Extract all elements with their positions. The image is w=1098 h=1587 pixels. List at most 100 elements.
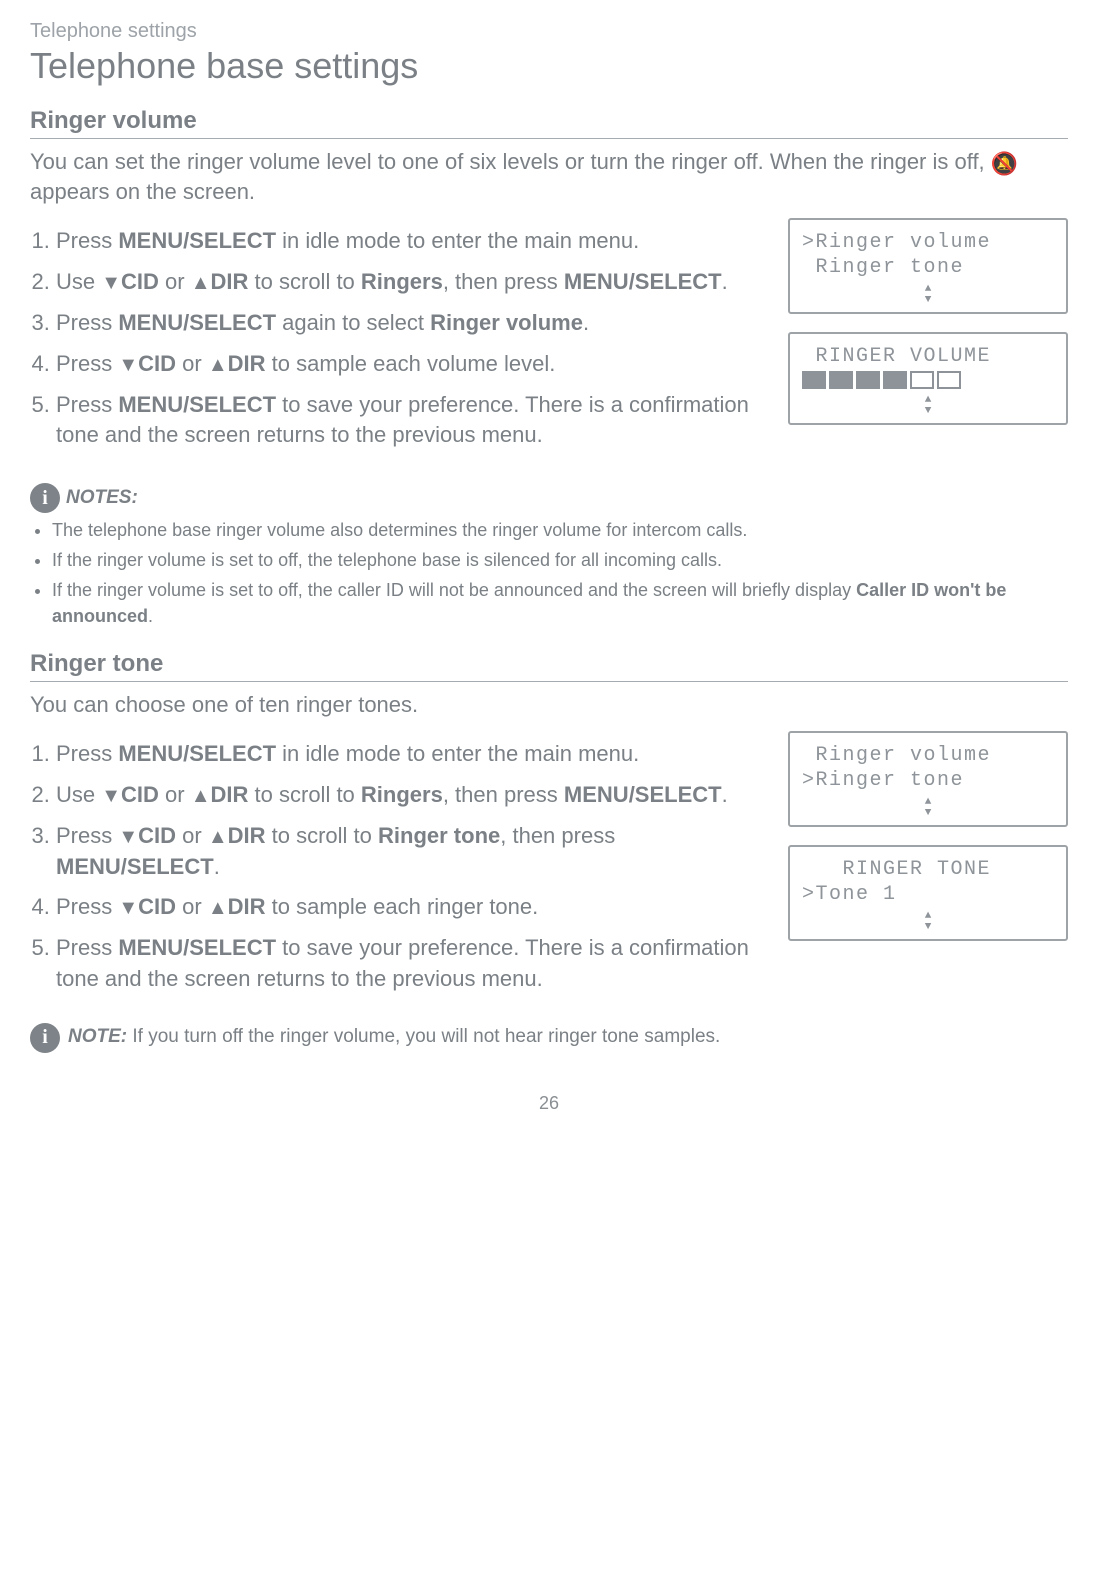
- t: Press: [56, 351, 118, 376]
- down-arrow-icon: ▼: [118, 826, 138, 848]
- t: /SELECT: [183, 392, 276, 417]
- t: DIR: [211, 269, 249, 294]
- updown-arrows-icon: ▲▼: [802, 395, 1054, 417]
- ringer-tone-intro: You can choose one of ten ringer tones.: [30, 690, 1068, 720]
- t: MENU: [564, 269, 629, 294]
- t: to sample each ringer tone.: [266, 894, 539, 919]
- t: or: [159, 269, 191, 294]
- t: SELECT: [189, 228, 276, 253]
- t: CID: [138, 823, 176, 848]
- ringer-volume-intro: You can set the ringer volume level to o…: [30, 147, 1068, 206]
- page-title: Telephone base settings: [30, 45, 1068, 87]
- t: DIR: [228, 823, 266, 848]
- step-4: Press ▼CID or ▲DIR to sample each volume…: [56, 349, 770, 380]
- up-arrow-icon: ▲: [208, 354, 228, 376]
- step-2: Use ▼CID or ▲DIR to scroll to Ringers, t…: [56, 780, 770, 811]
- t: CID: [138, 894, 176, 919]
- info-icon: i: [30, 483, 60, 513]
- step-5: Press MENU/SELECT to save your preferenc…: [56, 390, 770, 452]
- lcd-line: Ringer tone: [802, 255, 1054, 280]
- t: or: [176, 894, 208, 919]
- t: Ringers: [361, 782, 443, 807]
- note-item: The telephone base ringer volume also de…: [52, 517, 1068, 543]
- single-note: i NOTE: If you turn off the ringer volum…: [30, 1023, 1068, 1053]
- volume-cell: [883, 371, 907, 389]
- t: in idle mode to enter the main menu.: [276, 741, 639, 766]
- t: Ringer volume: [430, 310, 583, 335]
- t: MENU: [56, 854, 121, 879]
- t: Ringers: [361, 269, 443, 294]
- volume-cell: [856, 371, 880, 389]
- t: or: [176, 351, 208, 376]
- t: MENU/: [118, 228, 189, 253]
- t: Press: [56, 823, 118, 848]
- down-arrow-icon: ▼: [118, 897, 138, 919]
- step-4: Press ▼CID or ▲DIR to sample each ringer…: [56, 892, 770, 923]
- intro-pre: You can set the ringer volume level to o…: [30, 149, 991, 174]
- step-2: Use ▼CID or ▲DIR to scroll to Ringers, t…: [56, 267, 770, 298]
- t: Press: [56, 741, 118, 766]
- down-arrow-icon: ▼: [101, 272, 121, 294]
- lcd-screen-ringer-tone-menu: Ringer volume >Ringer tone ▲▼: [788, 731, 1068, 827]
- t: Press: [56, 392, 118, 417]
- t: /SELECT: [629, 782, 722, 807]
- bell-off-icon: 🔕: [991, 151, 1018, 176]
- volume-cell: [829, 371, 853, 389]
- up-arrow-icon: ▲: [208, 826, 228, 848]
- t: , then press: [443, 269, 564, 294]
- t: CID: [138, 351, 176, 376]
- t: again to select: [276, 310, 430, 335]
- up-arrow-icon: ▲: [191, 785, 211, 807]
- t: /SELECT: [629, 269, 722, 294]
- lcd-line: Ringer volume: [802, 743, 1054, 768]
- t: Use: [56, 269, 101, 294]
- t: .: [722, 782, 728, 807]
- t: , then press: [443, 782, 564, 807]
- t: Press: [56, 228, 118, 253]
- t: Ringer tone: [378, 823, 500, 848]
- t: .: [722, 269, 728, 294]
- intro-post: appears on the screen.: [30, 179, 255, 204]
- down-arrow-icon: ▼: [118, 354, 138, 376]
- ringer-volume-steps: Press MENU/SELECT in idle mode to enter …: [30, 226, 770, 451]
- notes-label: NOTES:: [66, 487, 138, 509]
- updown-arrows-icon: ▲▼: [802, 797, 1054, 819]
- t: DIR: [228, 894, 266, 919]
- step-1: Press MENU/SELECT in idle mode to enter …: [56, 739, 770, 770]
- t: MENU: [564, 782, 629, 807]
- notes-header: i NOTES:: [30, 483, 1068, 513]
- step-1: Press MENU/SELECT in idle mode to enter …: [56, 226, 770, 257]
- note-text: If you turn off the ringer volume, you w…: [127, 1026, 720, 1047]
- t: to scroll to: [248, 269, 360, 294]
- note-item: If the ringer volume is set to off, the …: [52, 577, 1068, 629]
- volume-cell: [937, 371, 961, 389]
- lcd-screen-ringer-menu: >Ringer volume Ringer tone ▲▼: [788, 218, 1068, 314]
- volume-bar: [802, 371, 1054, 389]
- lcd-line: >Ringer tone: [802, 768, 1054, 793]
- t: to scroll to: [266, 823, 378, 848]
- t: to sample each volume level.: [266, 351, 556, 376]
- volume-cell: [802, 371, 826, 389]
- t: or: [176, 823, 208, 848]
- page-number: 26: [30, 1093, 1068, 1114]
- ringer-tone-steps: Press MENU/SELECT in idle mode to enter …: [30, 739, 770, 995]
- step-5: Press MENU/SELECT to save your preferenc…: [56, 933, 770, 995]
- t: CID: [121, 269, 159, 294]
- lcd-line: RINGER VOLUME: [802, 344, 1054, 369]
- lcd-line: RINGER TONE: [802, 857, 1054, 882]
- notes-list: The telephone base ringer volume also de…: [30, 517, 1068, 629]
- t: Press: [56, 935, 118, 960]
- t: to scroll to: [248, 782, 360, 807]
- lcd-line: >Ringer volume: [802, 230, 1054, 255]
- t: /SELECT: [183, 310, 276, 335]
- t: .: [583, 310, 589, 335]
- note-label: NOTE:: [68, 1026, 127, 1047]
- t: .: [148, 606, 153, 626]
- t: DIR: [228, 351, 266, 376]
- lcd-screen-ringer-tone-select: RINGER TONE >Tone 1 ▲▼: [788, 845, 1068, 941]
- t: /SELECT: [183, 935, 276, 960]
- volume-cell: [910, 371, 934, 389]
- lcd-line: >Tone 1: [802, 882, 1054, 907]
- t: CID: [121, 782, 159, 807]
- t: MENU: [118, 392, 183, 417]
